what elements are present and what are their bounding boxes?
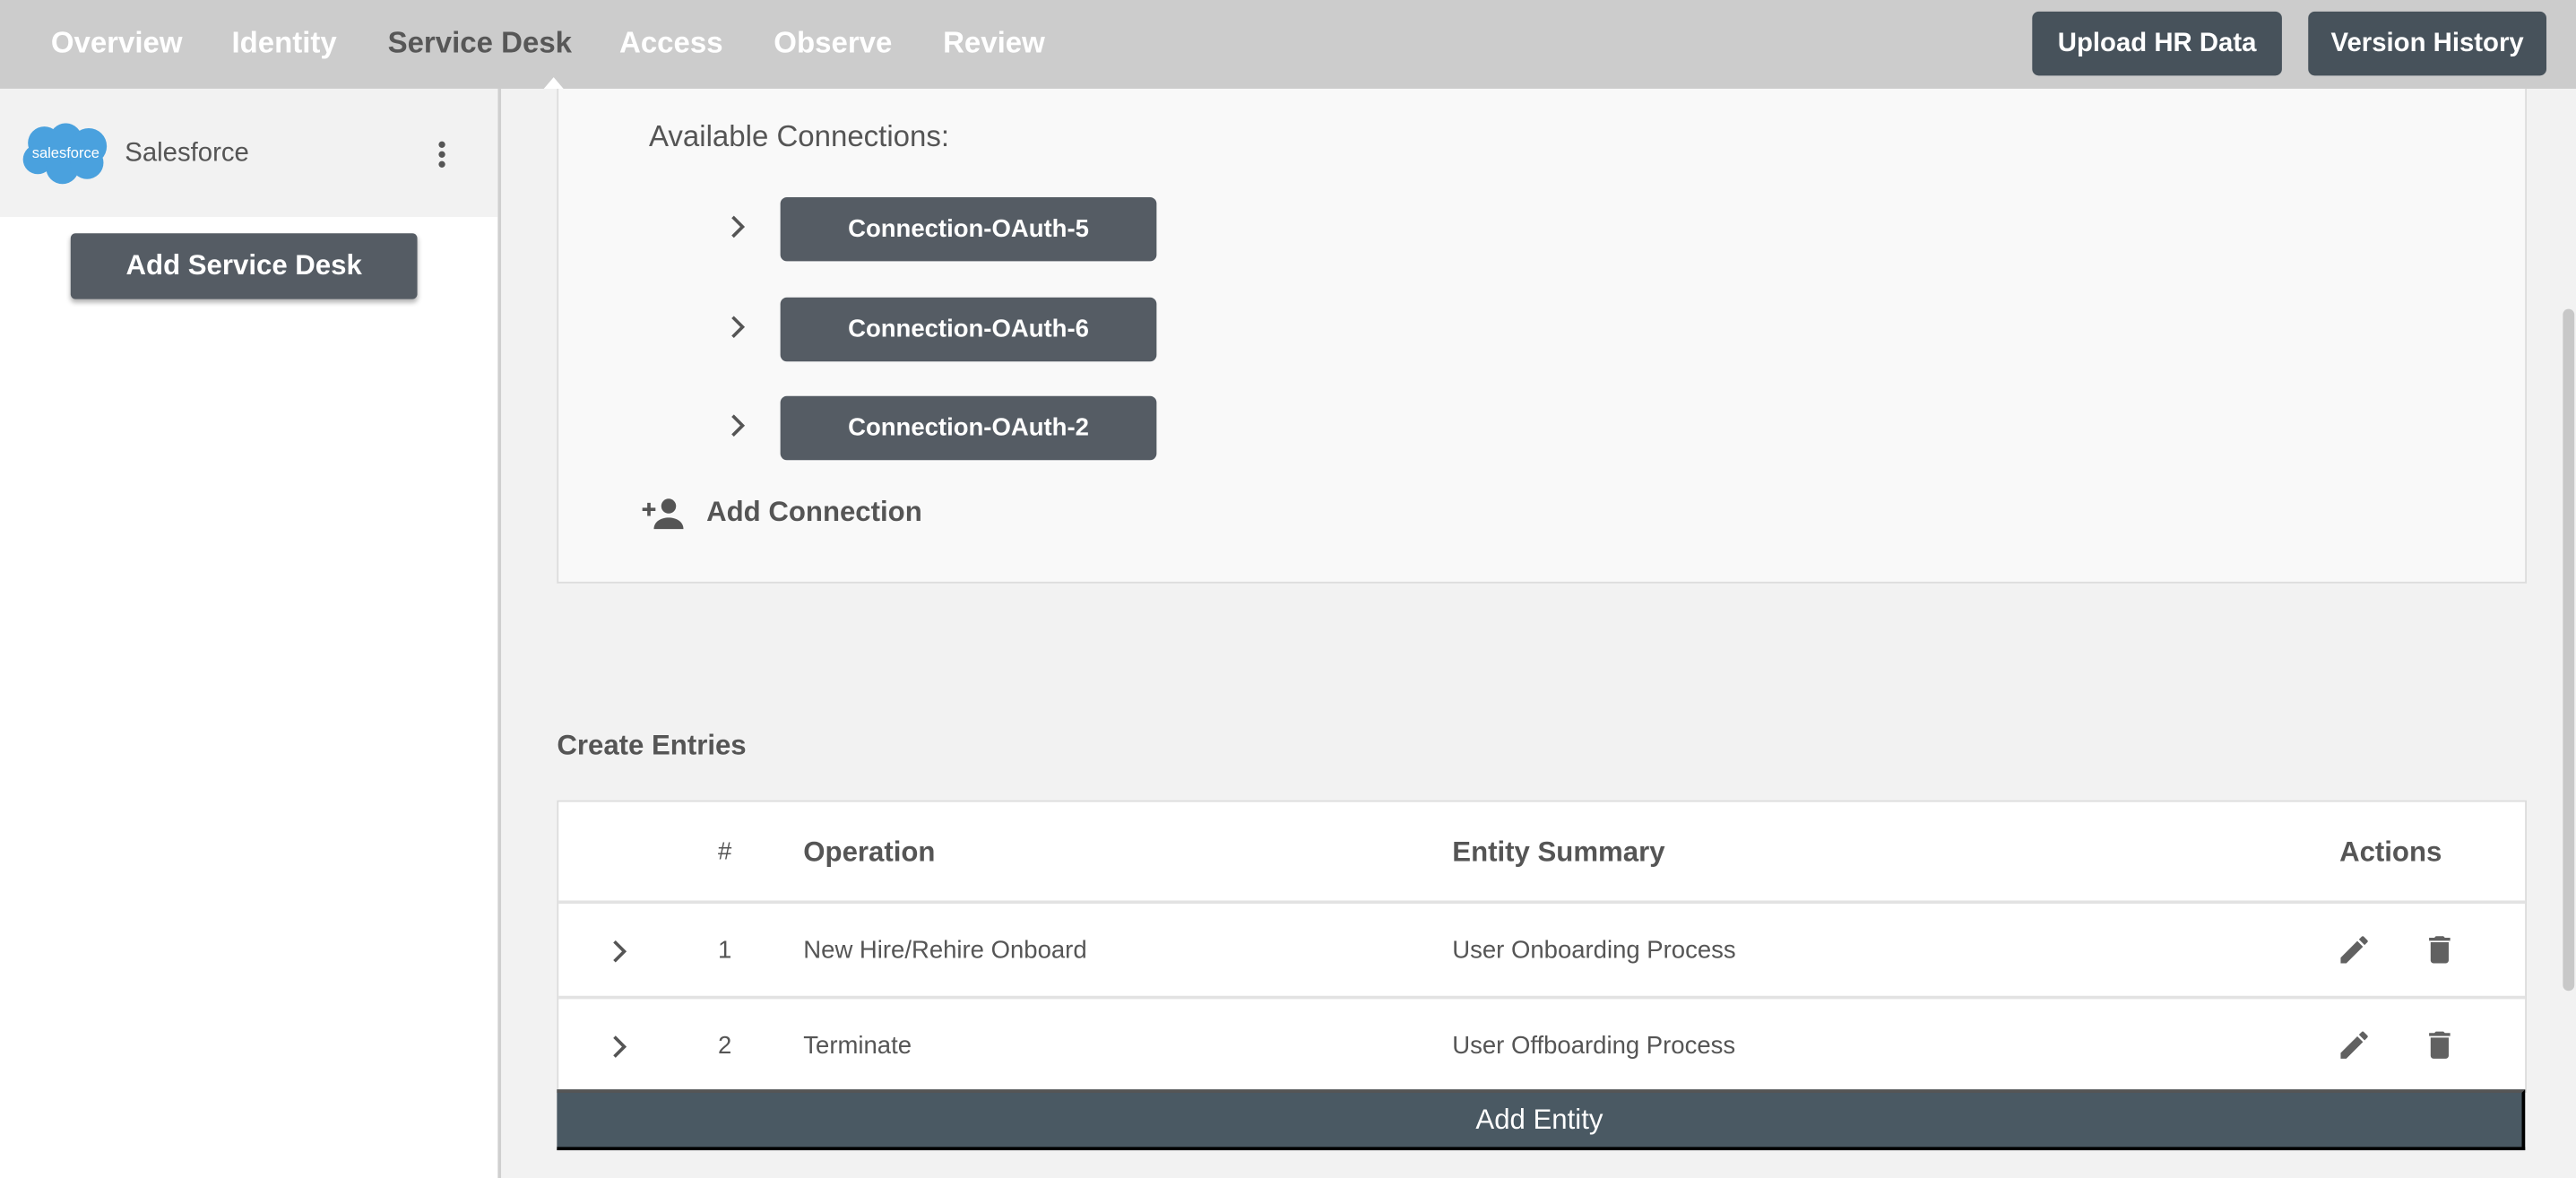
delete-icon[interactable] <box>2422 931 2458 967</box>
edit-icon[interactable] <box>2336 931 2372 967</box>
expand-row-icon[interactable] <box>611 1034 627 1060</box>
connection-button[interactable]: Connection-OAuth-5 <box>780 196 1157 262</box>
chevron-right-icon[interactable] <box>730 412 746 438</box>
connection-button[interactable]: Connection-OAuth-6 <box>780 297 1157 362</box>
upload-hr-data-button[interactable]: Upload HR Data <box>2032 11 2282 76</box>
create-entries-title: Create Entries <box>557 729 747 761</box>
row-operation: New Hire/Rehire Onboard <box>803 936 1087 965</box>
svg-text:salesforce: salesforce <box>32 145 99 161</box>
connection-button[interactable]: Connection-OAuth-2 <box>780 395 1157 461</box>
tab-observe[interactable]: Observe <box>774 26 892 60</box>
more-vert-icon[interactable] <box>437 140 447 169</box>
row-number: 1 <box>717 936 732 965</box>
table-row: 2 Terminate User Offboarding Process <box>558 995 2526 1091</box>
sidebar-item-salesforce[interactable]: salesforce Salesforce <box>0 88 498 217</box>
version-history-button[interactable]: Version History <box>2308 11 2547 76</box>
expand-row-icon[interactable] <box>611 939 627 965</box>
header-number: # <box>717 837 732 866</box>
chevron-right-icon[interactable] <box>730 314 746 340</box>
delete-icon[interactable] <box>2422 1027 2458 1063</box>
connections-panel: Available Connections: Connection-OAuth-… <box>557 88 2528 584</box>
table-row: 1 New Hire/Rehire Onboard User Onboardin… <box>558 900 2526 995</box>
header-actions: Actions <box>2339 836 2442 868</box>
tab-review[interactable]: Review <box>943 26 1045 60</box>
add-entity-button[interactable]: Add Entity <box>557 1089 2526 1151</box>
tab-identity[interactable]: Identity <box>231 26 336 60</box>
header-operation: Operation <box>803 836 936 868</box>
row-entity-summary: User Onboarding Process <box>1452 936 1736 965</box>
available-connections-heading: Available Connections: <box>648 119 950 153</box>
active-tab-indicator <box>543 77 564 89</box>
table-header: # Operation Entity Summary Actions <box>558 801 2525 900</box>
entries-table: # Operation Entity Summary Actions 1 New… <box>557 800 2528 1093</box>
chevron-right-icon[interactable] <box>730 213 746 239</box>
add-connection-label: Add Connection <box>706 496 922 528</box>
top-nav-bar: Overview Identity Service Desk Access Ob… <box>0 0 2576 89</box>
add-service-desk-button[interactable]: Add Service Desk <box>70 233 418 299</box>
add-connection-button[interactable]: Add Connection <box>641 497 922 530</box>
scrollbar-thumb[interactable] <box>2563 308 2575 992</box>
row-operation: Terminate <box>803 1032 912 1061</box>
row-number: 2 <box>717 1032 732 1061</box>
sidebar: salesforce Salesforce Add Service Desk <box>0 88 502 1178</box>
tab-access[interactable]: Access <box>619 26 723 60</box>
row-entity-summary: User Offboarding Process <box>1452 1032 1736 1061</box>
tab-service-desk[interactable]: Service Desk <box>388 26 572 60</box>
edit-icon[interactable] <box>2336 1027 2372 1063</box>
add-person-icon <box>642 498 684 530</box>
header-entity-summary: Entity Summary <box>1452 836 1665 868</box>
sidebar-item-label: Salesforce <box>125 139 249 168</box>
tab-overview[interactable]: Overview <box>51 26 183 60</box>
salesforce-logo-icon: salesforce <box>22 123 108 185</box>
